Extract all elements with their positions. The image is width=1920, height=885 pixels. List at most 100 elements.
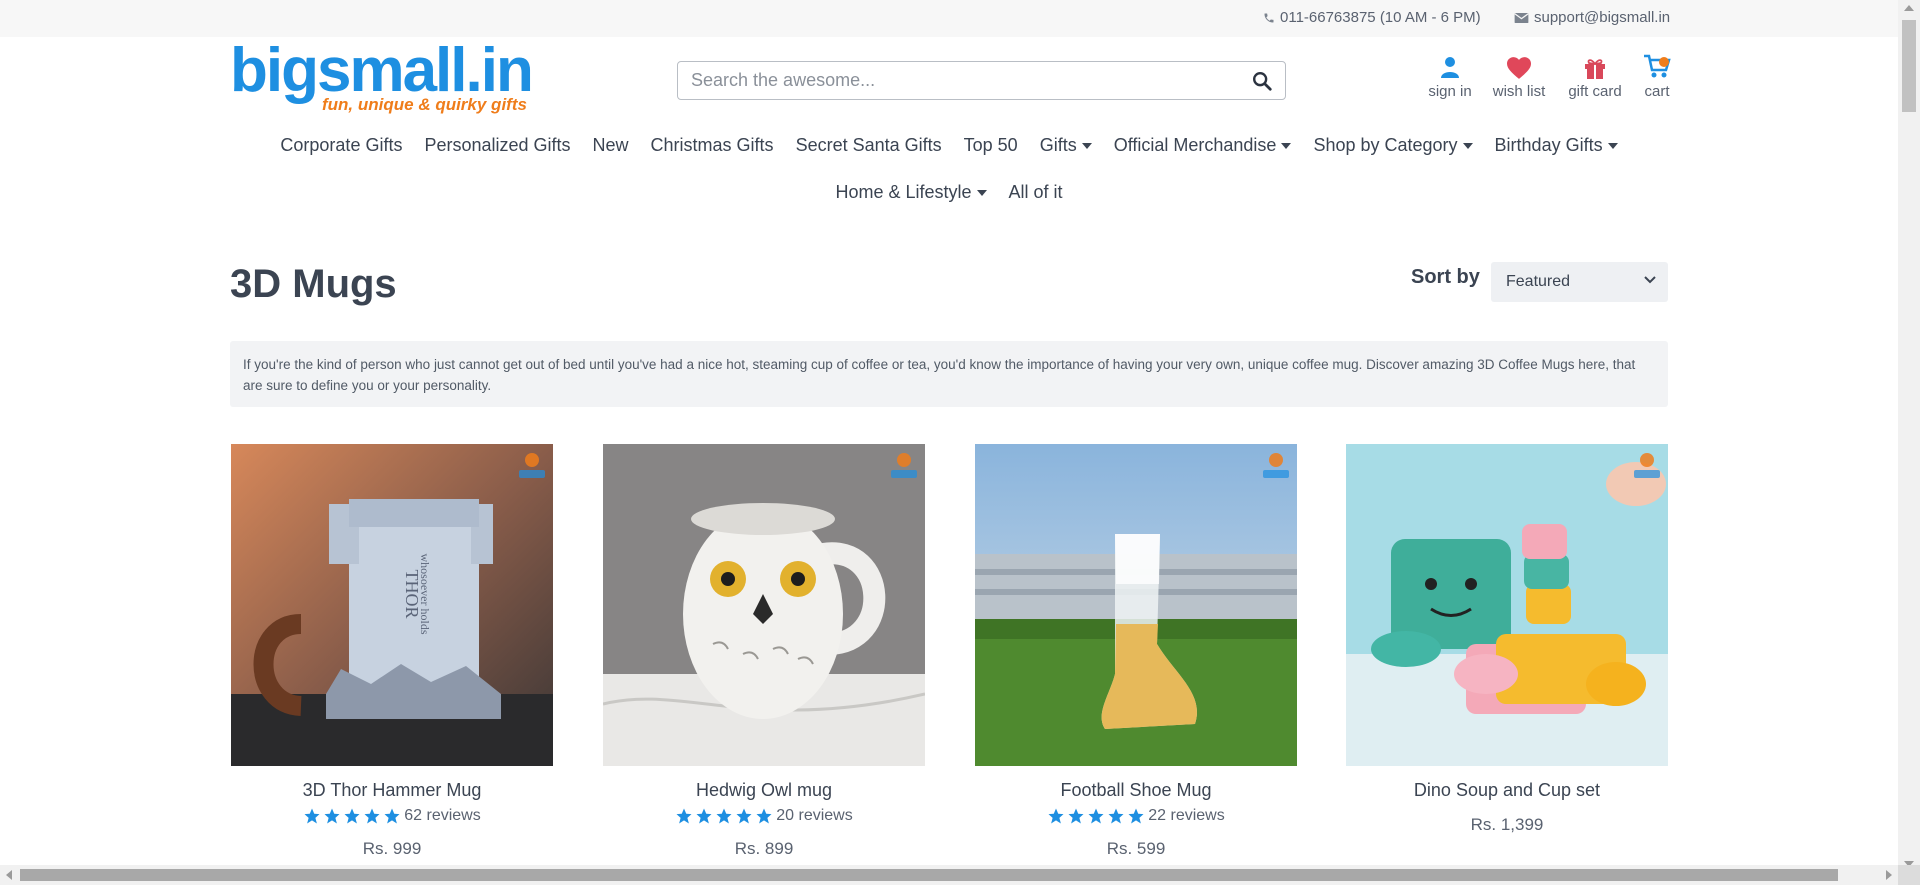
horizontal-scroll-thumb[interactable]: [20, 869, 1838, 881]
star-rating: [675, 807, 773, 825]
star-icon: [324, 808, 340, 824]
sign-in-link[interactable]: sign in: [1428, 52, 1472, 100]
svg-text:THOR: THOR: [402, 570, 422, 619]
product-card[interactable]: whosoever holds THOR 3D Thor Hammer Mug …: [231, 444, 553, 859]
sign-in-label: sign in: [1428, 83, 1472, 100]
envelope-icon: [1514, 12, 1529, 23]
cart-label: cart: [1644, 83, 1670, 100]
product-name[interactable]: Football Shoe Mug: [975, 780, 1297, 801]
phone-icon: [1264, 13, 1274, 22]
category-description: If you're the kind of person who just ca…: [230, 341, 1668, 407]
scroll-left-arrow-icon[interactable]: [6, 870, 12, 880]
star-icon: [304, 808, 320, 824]
review-count[interactable]: 22 reviews: [1148, 807, 1224, 825]
cart-link[interactable]: cart: [1640, 52, 1674, 100]
email-text: support@bigsmall.in: [1534, 9, 1671, 26]
product-image[interactable]: whosoever holds THOR: [231, 444, 553, 766]
star-icon: [756, 808, 772, 824]
product-name[interactable]: Hedwig Owl mug: [603, 780, 925, 801]
product-card[interactable]: Hedwig Owl mug 20 reviews Rs. 899: [603, 444, 925, 859]
sort-label: Sort by: [1411, 266, 1480, 288]
star-rating: [1047, 807, 1145, 825]
nav-item-shop-by-category[interactable]: Shop by Category: [1313, 135, 1473, 156]
nav-item-official-merchandise[interactable]: Official Merchandise: [1114, 135, 1292, 156]
star-icon: [1108, 808, 1124, 824]
main-nav-row-2: Home & Lifestyle All of it: [0, 182, 1898, 203]
page-title: 3D Mugs: [230, 262, 397, 306]
star-icon: [1128, 808, 1144, 824]
star-icon: [696, 808, 712, 824]
search-icon[interactable]: [1251, 70, 1273, 92]
sort-dropdown[interactable]: Featured: [1491, 262, 1668, 302]
site-logo[interactable]: bigsmall.in fun, unique & quirky gifts: [230, 36, 534, 120]
scroll-right-arrow-icon[interactable]: [1886, 870, 1892, 880]
bigsmall-watermark-icon: [1263, 453, 1289, 478]
gift-icon: [1585, 59, 1605, 79]
nav-item-christmas-gifts[interactable]: Christmas Gifts: [651, 135, 774, 156]
vertical-scroll-thumb[interactable]: [1902, 20, 1916, 112]
product-image[interactable]: [1346, 444, 1668, 766]
sort-selected-value: Featured: [1506, 273, 1571, 290]
caret-down-icon: [976, 189, 987, 196]
bigsmall-watermark-icon: [1634, 453, 1660, 478]
scrollbar-corner: [1898, 865, 1920, 885]
review-count[interactable]: 62 reviews: [404, 807, 480, 825]
wish-list-link[interactable]: wish list: [1491, 52, 1547, 100]
star-icon: [344, 808, 360, 824]
product-price: Rs. 1,399: [1470, 815, 1544, 834]
caret-down-icon: [1607, 142, 1618, 149]
gift-card-link[interactable]: gift card: [1566, 52, 1624, 100]
user-icon: [1441, 57, 1459, 78]
star-icon: [364, 808, 380, 824]
nav-item-all-of-it[interactable]: All of it: [1009, 182, 1063, 203]
cart-icon: [1644, 54, 1671, 78]
top-bar: 011-66763875 (10 AM - 6 PM) support@bigs…: [0, 0, 1898, 37]
star-icon: [736, 808, 752, 824]
product-name[interactable]: Dino Soup and Cup set: [1346, 780, 1668, 801]
product-card[interactable]: Dino Soup and Cup set Rs. 1,399: [1346, 444, 1668, 835]
chevron-down-icon: [1644, 276, 1656, 284]
search-input[interactable]: [678, 62, 1218, 99]
caret-down-icon: [1081, 142, 1092, 149]
nav-item-personalized-gifts[interactable]: Personalized Gifts: [424, 135, 570, 156]
vertical-scrollbar[interactable]: [1898, 0, 1920, 885]
caret-down-icon: [1281, 142, 1292, 149]
nav-item-secret-santa-gifts[interactable]: Secret Santa Gifts: [796, 135, 942, 156]
star-icon: [384, 808, 400, 824]
product-price: Rs. 999: [362, 839, 422, 858]
star-icon: [1048, 808, 1064, 824]
product-image[interactable]: [975, 444, 1297, 766]
logo-brand-text: bigsmall.in: [230, 36, 534, 105]
product-price: Rs. 599: [1106, 839, 1166, 858]
star-rating: [303, 807, 401, 825]
phone-contact[interactable]: 011-66763875 (10 AM - 6 PM): [1263, 9, 1481, 26]
product-rating: 22 reviews: [975, 807, 1297, 825]
nav-item-gifts[interactable]: Gifts: [1040, 135, 1092, 156]
product-image[interactable]: [603, 444, 925, 766]
scroll-up-arrow-icon[interactable]: [1904, 5, 1914, 11]
nav-item-home-lifestyle[interactable]: Home & Lifestyle: [835, 182, 987, 203]
email-contact[interactable]: support@bigsmall.in: [1514, 9, 1670, 26]
star-icon: [1088, 808, 1104, 824]
star-icon: [1068, 808, 1084, 824]
search-bar: [677, 61, 1286, 100]
review-count[interactable]: 20 reviews: [776, 807, 852, 825]
nav-item-new[interactable]: New: [593, 135, 629, 156]
main-nav-row-1: Corporate Gifts Personalized Gifts New C…: [0, 135, 1898, 156]
star-icon: [716, 808, 732, 824]
horizontal-scrollbar[interactable]: [0, 865, 1898, 885]
nav-item-birthday-gifts[interactable]: Birthday Gifts: [1495, 135, 1618, 156]
caret-down-icon: [1462, 142, 1473, 149]
product-name[interactable]: 3D Thor Hammer Mug: [231, 780, 553, 801]
product-rating: 20 reviews: [603, 807, 925, 825]
star-icon: [676, 808, 692, 824]
wish-list-label: wish list: [1492, 83, 1546, 100]
nav-item-corporate-gifts[interactable]: Corporate Gifts: [280, 135, 402, 156]
product-card[interactable]: Football Shoe Mug 22 reviews Rs. 599: [975, 444, 1297, 859]
bigsmall-watermark-icon: [519, 453, 545, 478]
product-price: Rs. 899: [734, 839, 794, 858]
phone-text: 011-66763875 (10 AM - 6 PM): [1280, 9, 1481, 26]
heart-icon: [1507, 57, 1531, 79]
product-rating: 62 reviews: [231, 807, 553, 825]
nav-item-top-50[interactable]: Top 50: [964, 135, 1018, 156]
